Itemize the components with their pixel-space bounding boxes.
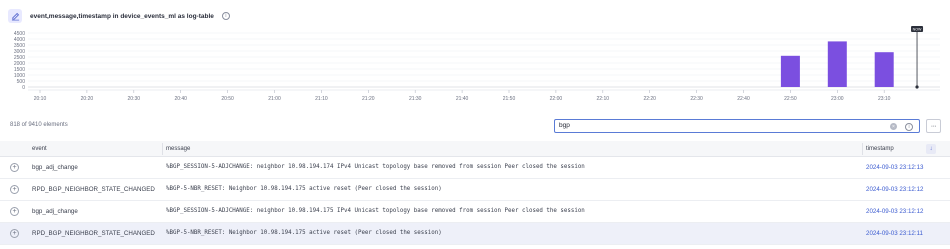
cell-timestamp[interactable]: 2024-09-03 23:12:12 xyxy=(866,186,923,193)
more-options-button[interactable]: ··· xyxy=(926,119,941,133)
result-count: 818 of 9410 elements xyxy=(10,122,68,128)
cell-message: %BGP_SESSION-5-ADJCHANGE: neighbor 10.98… xyxy=(166,208,585,214)
x-tick-label: 20:10 xyxy=(34,96,47,102)
help-icon[interactable]: i xyxy=(905,122,913,131)
cell-message: %BGP_SESSION-5-ADJCHANGE: neighbor 10.98… xyxy=(166,164,585,170)
now-marker-dot xyxy=(915,85,919,89)
event-histogram-chart: 45004000350030002500200015001000500020:1… xyxy=(14,26,940,102)
x-tick-label: 20:40 xyxy=(174,96,187,102)
panel-title: event,message,timestamp in device_events… xyxy=(30,12,214,20)
histogram-bar xyxy=(780,55,800,87)
table-row[interactable]: + bgp_adj_change %BGP_SESSION-5-ADJCHANG… xyxy=(0,201,950,223)
search-input[interactable]: bgp × i xyxy=(554,119,920,133)
cell-timestamp[interactable]: 2024-09-03 23:12:12 xyxy=(866,208,923,215)
x-tick-label: 22:40 xyxy=(737,96,750,102)
table-row[interactable]: + RPD_BGP_NEIGHBOR_STATE_CHANGED %BGP-5-… xyxy=(0,223,950,245)
cell-event: RPD_BGP_NEIGHBOR_STATE_CHANGED xyxy=(32,230,155,237)
x-tick-label: 23:10 xyxy=(878,96,891,102)
cell-message: %BGP-5-NBR_RESET: Neighbor 10.98.194.175… xyxy=(166,230,442,236)
expand-icon[interactable]: + xyxy=(10,207,19,216)
search-input-value[interactable]: bgp xyxy=(559,122,570,129)
x-tick-label: 21:30 xyxy=(409,96,422,102)
expand-icon[interactable]: + xyxy=(10,163,19,172)
x-tick-label: 20:20 xyxy=(81,96,94,102)
x-tick-label: 22:00 xyxy=(550,96,563,102)
x-tick-label: 22:20 xyxy=(643,96,656,102)
x-tick-label: 22:10 xyxy=(597,96,610,102)
column-header-event[interactable]: event xyxy=(32,146,47,152)
column-header-timestamp[interactable]: timestamp xyxy=(866,146,894,152)
now-marker-label: NOW xyxy=(913,27,922,31)
x-tick-label: 22:50 xyxy=(784,96,797,102)
expand-icon[interactable]: + xyxy=(10,229,19,238)
column-divider[interactable] xyxy=(862,143,863,155)
x-tick-label: 21:40 xyxy=(456,96,469,102)
x-tick-label: 23:00 xyxy=(831,96,844,102)
expand-icon[interactable]: + xyxy=(10,185,19,194)
column-header-message[interactable]: message xyxy=(166,146,190,152)
log-table: event message timestamp ↓ + bgp_adj_chan… xyxy=(0,141,950,245)
panel-header: event,message,timestamp in device_events… xyxy=(8,6,230,26)
cell-event: RPD_BGP_NEIGHBOR_STATE_CHANGED xyxy=(32,186,155,193)
cell-event: bgp_adj_change xyxy=(32,164,78,171)
x-tick-label: 21:20 xyxy=(362,96,375,102)
table-row[interactable]: + RPD_BGP_NEIGHBOR_STATE_CHANGED %BGP-5-… xyxy=(0,179,950,201)
cell-event: bgp_adj_change xyxy=(32,208,78,215)
x-tick-label: 20:50 xyxy=(221,96,234,102)
x-tick-label: 21:10 xyxy=(315,96,328,102)
info-icon[interactable]: i xyxy=(221,12,230,20)
cell-timestamp[interactable]: 2024-09-03 23:12:13 xyxy=(866,164,923,171)
sort-icon[interactable]: ↓ xyxy=(926,144,936,154)
edit-icon[interactable] xyxy=(8,9,22,23)
x-tick-label: 21:50 xyxy=(503,96,516,102)
cell-timestamp[interactable]: 2024-09-03 23:12:11 xyxy=(866,230,923,237)
column-divider[interactable] xyxy=(162,143,163,155)
histogram-bar xyxy=(874,52,894,87)
clear-icon[interactable]: × xyxy=(890,123,897,130)
cell-message: %BGP-5-NBR_RESET: Neighbor 10.98.194.175… xyxy=(166,186,442,192)
y-tick-label: 0 xyxy=(22,85,25,91)
x-tick-label: 21:00 xyxy=(268,96,281,102)
table-row[interactable]: + bgp_adj_change %BGP_SESSION-5-ADJCHANG… xyxy=(0,157,950,179)
x-tick-label: 20:30 xyxy=(128,96,141,102)
x-tick-label: 22:30 xyxy=(690,96,703,102)
table-header: event message timestamp ↓ xyxy=(0,141,950,157)
histogram-bar xyxy=(827,41,847,87)
